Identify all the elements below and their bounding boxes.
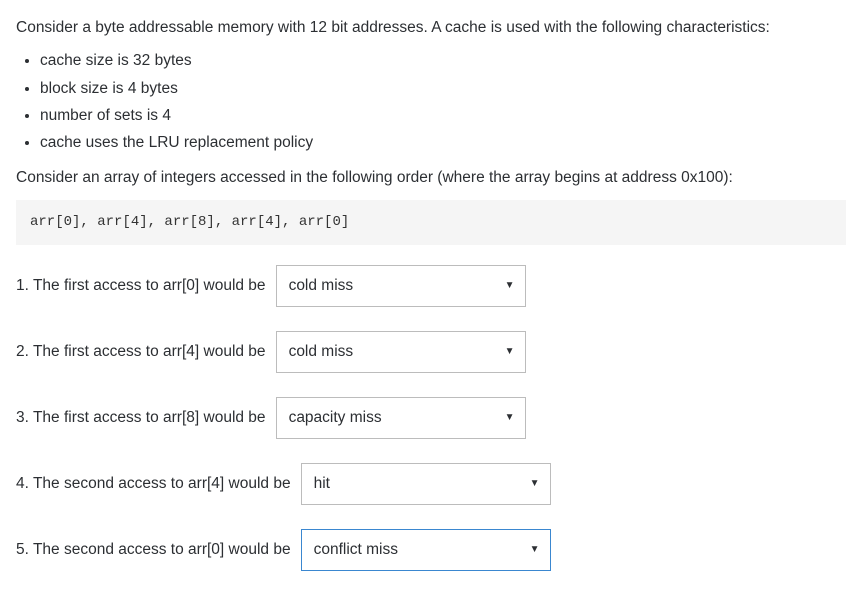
chevron-down-icon: ▼	[530, 542, 540, 557]
question-label: 3. The first access to arr[8] would be	[16, 406, 266, 429]
questions-container: 1. The first access to arr[0] would be c…	[16, 265, 846, 571]
chevron-down-icon: ▼	[505, 344, 515, 359]
code-block: arr[0], arr[4], arr[8], arr[4], arr[0]	[16, 200, 846, 245]
answer-dropdown-1[interactable]: cold miss ▼	[276, 265, 526, 307]
question-row: 4. The second access to arr[4] would be …	[16, 463, 846, 505]
dropdown-value: hit	[314, 472, 330, 495]
question-label: 2. The first access to arr[4] would be	[16, 340, 266, 363]
question-label: 5. The second access to arr[0] would be	[16, 538, 291, 561]
question-row: 2. The first access to arr[4] would be c…	[16, 331, 846, 373]
answer-dropdown-4[interactable]: hit ▼	[301, 463, 551, 505]
parameters-list: cache size is 32 bytes block size is 4 b…	[16, 49, 846, 154]
question-row: 3. The first access to arr[8] would be c…	[16, 397, 846, 439]
chevron-down-icon: ▼	[505, 410, 515, 425]
question-label: 1. The first access to arr[0] would be	[16, 274, 266, 297]
question-row: 1. The first access to arr[0] would be c…	[16, 265, 846, 307]
intro-text-2: Consider an array of integers accessed i…	[16, 166, 846, 189]
answer-dropdown-5[interactable]: conflict miss ▼	[301, 529, 551, 571]
dropdown-value: conflict miss	[314, 538, 398, 561]
chevron-down-icon: ▼	[530, 476, 540, 491]
answer-dropdown-3[interactable]: capacity miss ▼	[276, 397, 526, 439]
dropdown-value: cold miss	[289, 340, 354, 363]
list-item: block size is 4 bytes	[40, 77, 846, 100]
intro-text: Consider a byte addressable memory with …	[16, 16, 846, 39]
dropdown-value: capacity miss	[289, 406, 382, 429]
list-item: number of sets is 4	[40, 104, 846, 127]
question-label: 4. The second access to arr[4] would be	[16, 472, 291, 495]
list-item: cache uses the LRU replacement policy	[40, 131, 846, 154]
answer-dropdown-2[interactable]: cold miss ▼	[276, 331, 526, 373]
chevron-down-icon: ▼	[505, 278, 515, 293]
list-item: cache size is 32 bytes	[40, 49, 846, 72]
dropdown-value: cold miss	[289, 274, 354, 297]
question-row: 5. The second access to arr[0] would be …	[16, 529, 846, 571]
